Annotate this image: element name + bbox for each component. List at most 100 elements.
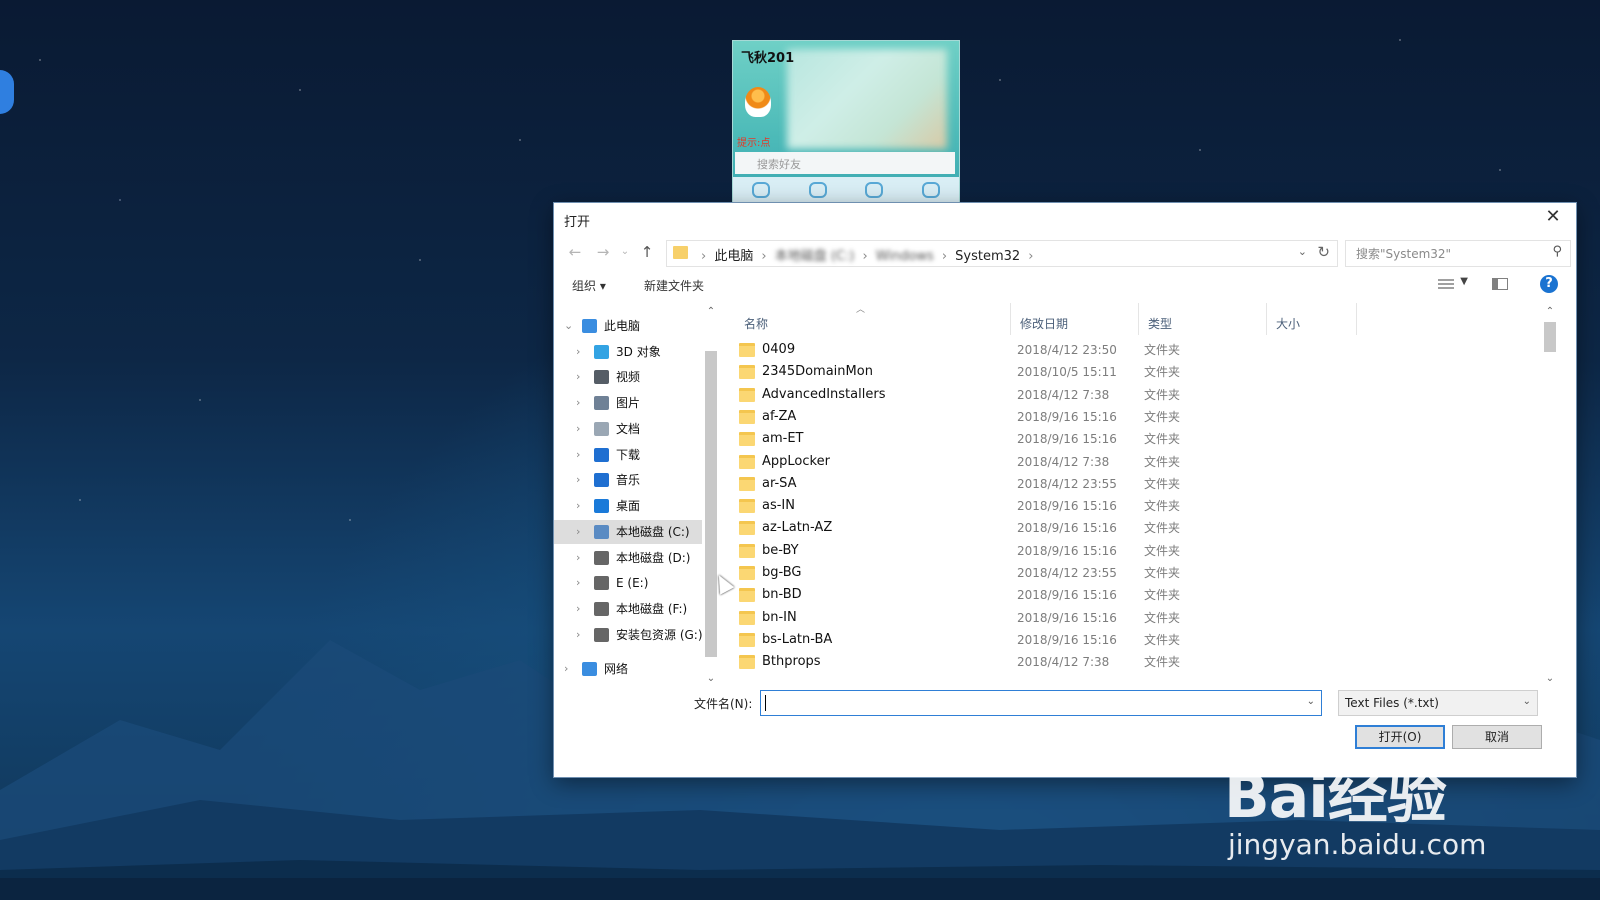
tree-scrollbar[interactable]: ⌃ ⌄ xyxy=(704,306,718,684)
tree-item[interactable]: › 网络 xyxy=(554,657,702,681)
watermark-brand: Bai经验 xyxy=(1224,762,1447,832)
view-dropdown-icon[interactable]: ▼ xyxy=(1460,276,1468,287)
file-date: 2018/9/16 15:16 xyxy=(1017,610,1117,625)
recent-dropdown-icon[interactable]: ⌄ xyxy=(614,241,636,263)
close-icon[interactable]: ✕ xyxy=(1540,206,1566,228)
filename-input[interactable]: ⌄ xyxy=(760,690,1322,716)
scroll-down-icon[interactable]: ⌄ xyxy=(1542,673,1558,684)
navigation-bar: ← → ⌄ ↑ › 此电脑 › 本地磁盘 (C:) › Windows › Syste… xyxy=(554,235,1576,269)
breadcrumb-drive-c[interactable]: 本地磁盘 (C:) xyxy=(775,249,855,264)
tree-item[interactable]: ⌄ 此电脑 xyxy=(554,314,702,338)
tree-item[interactable]: › 本地磁盘 (F:) xyxy=(554,597,702,621)
desktop-app-icon[interactable] xyxy=(0,70,14,130)
search-input[interactable]: 搜索"System32" ⚲ xyxy=(1345,240,1571,267)
address-bar[interactable]: › 此电脑 › 本地磁盘 (C:) › Windows › System32 › ⌄ ↻ xyxy=(666,240,1338,267)
folder-icon xyxy=(739,588,755,603)
chevron-right-icon[interactable]: › xyxy=(576,520,580,544)
filetype-select[interactable]: Text Files (*.txt) ⌄ xyxy=(1338,690,1538,716)
folder-icon xyxy=(739,454,755,469)
view-options-icon[interactable] xyxy=(1438,279,1454,291)
chat-search-input[interactable]: 搜索好友 xyxy=(735,152,955,174)
chevron-down-icon[interactable]: ⌄ xyxy=(564,314,573,338)
file-row[interactable]: as-IN 2018/9/16 15:16 文件夹 xyxy=(720,495,1542,517)
file-list-scrollbar[interactable]: ⌃ ⌄ xyxy=(1542,306,1558,684)
chevron-right-icon[interactable]: › xyxy=(576,571,580,595)
file-row[interactable]: be-BY 2018/9/16 15:16 文件夹 xyxy=(720,540,1542,562)
new-folder-button[interactable]: 新建文件夹 xyxy=(644,277,704,294)
cancel-button[interactable]: 取消 xyxy=(1452,725,1542,749)
user-avatar-icon[interactable] xyxy=(745,87,771,117)
filename-dropdown-icon[interactable]: ⌄ xyxy=(1307,696,1315,707)
contacts-icon[interactable] xyxy=(865,182,884,198)
file-date: 2018/9/16 15:16 xyxy=(1017,632,1117,647)
column-type[interactable]: 类型 xyxy=(1148,315,1172,332)
tree-item[interactable]: › 本地磁盘 (C:) xyxy=(554,520,702,544)
file-row[interactable]: az-Latn-AZ 2018/9/16 15:16 文件夹 xyxy=(720,517,1542,539)
desktop-icon xyxy=(594,499,609,513)
file-type: 文件夹 xyxy=(1144,655,1181,670)
column-modified[interactable]: 修改日期 xyxy=(1020,315,1068,332)
message-icon[interactable] xyxy=(752,182,771,198)
chevron-right-icon[interactable]: › xyxy=(576,623,580,647)
folder-icon xyxy=(739,409,755,424)
scroll-down-icon[interactable]: ⌄ xyxy=(704,673,718,684)
tree-item[interactable]: › 视频 xyxy=(554,365,702,389)
chevron-right-icon[interactable]: › xyxy=(576,597,580,621)
search-icon[interactable]: ⚲ xyxy=(1552,244,1562,259)
chevron-right-icon[interactable]: › xyxy=(576,494,580,518)
address-dropdown-icon[interactable]: ⌄ xyxy=(1298,245,1307,258)
file-row[interactable]: bg-BG 2018/4/12 23:55 文件夹 xyxy=(720,562,1542,584)
file-row[interactable]: 0409 2018/4/12 23:50 文件夹 xyxy=(720,339,1542,361)
chevron-right-icon[interactable]: › xyxy=(576,391,580,415)
tree-item[interactable]: › 本地磁盘 (D:) xyxy=(554,546,702,570)
scroll-up-icon[interactable]: ⌃ xyxy=(704,306,718,317)
apps-icon[interactable] xyxy=(921,182,940,198)
chevron-right-icon[interactable]: › xyxy=(576,365,580,389)
tree-item[interactable]: › 图片 xyxy=(554,391,702,415)
scroll-thumb[interactable] xyxy=(705,351,717,657)
scroll-up-icon[interactable]: ⌃ xyxy=(1542,306,1558,317)
breadcrumb-system32[interactable]: System32 xyxy=(955,249,1020,264)
chat-app-panel[interactable]: 飞秋201 提示:点 搜索好友 xyxy=(732,40,960,204)
file-row[interactable]: 2345DomainMon 2018/10/5 15:11 文件夹 xyxy=(720,361,1542,383)
chevron-right-icon[interactable]: › xyxy=(576,340,580,364)
breadcrumb-windows[interactable]: Windows xyxy=(876,249,934,264)
tree-item[interactable]: › 音乐 xyxy=(554,468,702,492)
file-row[interactable]: AdvancedInstallers 2018/4/12 7:38 文件夹 xyxy=(720,384,1542,406)
file-row[interactable]: am-ET 2018/9/16 15:16 文件夹 xyxy=(720,428,1542,450)
chevron-right-icon[interactable]: › xyxy=(576,443,580,467)
open-button[interactable]: 打开(O) xyxy=(1355,725,1445,749)
preview-pane-icon[interactable] xyxy=(1492,278,1508,290)
toolbar: 组织 ▾ 新建文件夹 ▼ ? xyxy=(554,273,1576,299)
chevron-right-icon[interactable]: › xyxy=(564,657,568,681)
chevron-right-icon[interactable]: › xyxy=(576,417,580,441)
column-name[interactable]: 名称 xyxy=(744,315,768,332)
column-size[interactable]: 大小 xyxy=(1276,315,1300,332)
breadcrumb-this-pc[interactable]: 此电脑 xyxy=(714,249,753,264)
group-icon[interactable] xyxy=(808,182,827,198)
chevron-right-icon[interactable]: › xyxy=(576,546,580,570)
tree-item[interactable]: › 3D 对象 xyxy=(554,340,702,364)
file-row[interactable]: af-ZA 2018/9/16 15:16 文件夹 xyxy=(720,406,1542,428)
organize-button[interactable]: 组织 ▾ xyxy=(572,277,606,294)
file-row[interactable]: ar-SA 2018/4/12 23:55 文件夹 xyxy=(720,473,1542,495)
back-arrow-icon[interactable]: ← xyxy=(564,241,586,263)
file-type: 文件夹 xyxy=(1144,610,1181,625)
file-row[interactable]: AppLocker 2018/4/12 7:38 文件夹 xyxy=(720,451,1542,473)
tree-item[interactable]: › E (E:) xyxy=(554,571,702,595)
file-row[interactable]: bn-BD 2018/9/16 15:16 文件夹 xyxy=(720,584,1542,606)
refresh-icon[interactable]: ↻ xyxy=(1317,243,1330,261)
up-arrow-icon[interactable]: ↑ xyxy=(636,241,658,263)
file-name: ar-SA xyxy=(762,475,797,491)
help-icon[interactable]: ? xyxy=(1540,275,1558,293)
tree-item[interactable]: › 文档 xyxy=(554,417,702,441)
file-row[interactable]: Bthprops 2018/4/12 7:38 文件夹 xyxy=(720,651,1542,673)
tree-item[interactable]: › 桌面 xyxy=(554,494,702,518)
forward-arrow-icon[interactable]: → xyxy=(592,241,614,263)
chevron-right-icon[interactable]: › xyxy=(576,468,580,492)
tree-item[interactable]: › 安装包资源 (G:) xyxy=(554,623,703,647)
scroll-thumb[interactable] xyxy=(1544,322,1556,352)
file-row[interactable]: bn-IN 2018/9/16 15:16 文件夹 xyxy=(720,607,1542,629)
tree-item[interactable]: › 下载 xyxy=(554,443,702,467)
file-row[interactable]: bs-Latn-BA 2018/9/16 15:16 文件夹 xyxy=(720,629,1542,651)
